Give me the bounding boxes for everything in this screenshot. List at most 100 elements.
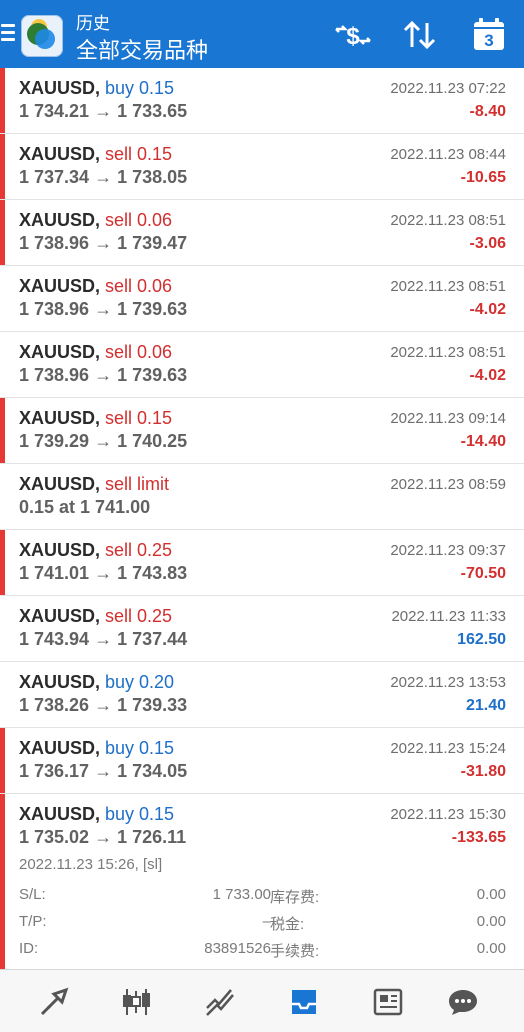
order-row[interactable]: XAUUSD, buy 0.15 1 734.21 → 1 733.65 2022.1… (0, 68, 524, 134)
order-symbol: XAUUSD, (19, 144, 101, 164)
detail-value: 1 733.00 (212, 886, 271, 903)
order-time: 2022.11.23 15:24 (390, 740, 506, 757)
menu-icon[interactable] (1, 24, 15, 44)
order-profit: -4.02 (469, 301, 506, 318)
loss-marker (0, 200, 5, 265)
order-type: sell 0.25 (105, 606, 173, 626)
order-row[interactable]: XAUUSD, sell limit 0.15 at 1 741.00 2022.11… (0, 464, 524, 530)
order-prices: 1 738.96 → 1 739.63 (19, 365, 188, 385)
loss-marker (0, 728, 5, 793)
detail-row: ID: 83891526 手续费: 0.00 (19, 940, 506, 960)
order-time: 2022.11.23 11:33 (391, 608, 506, 625)
detail-value: 0.00 (476, 940, 506, 957)
order-type: buy 0.15 (105, 738, 175, 758)
loss-marker (0, 134, 5, 199)
history-list: XAUUSD, buy 0.15 1 734.21 → 1 733.65 2022.1… (0, 68, 524, 980)
sort-icon[interactable] (400, 14, 440, 56)
order-time: 2022.11.23 08:44 (390, 146, 506, 163)
order-prices: 1 743.94 → 1 737.44 (19, 629, 188, 649)
order-prices: 1 738.96 → 1 739.63 (19, 299, 188, 319)
detail-row: T/P: – 税金: 0.00 (19, 913, 506, 933)
loss-marker (0, 794, 5, 979)
calendar-icon[interactable]: 3 (469, 14, 509, 56)
order-symbol: XAUUSD, (19, 540, 101, 560)
order-prices: 1 737.34 → 1 738.05 (19, 167, 188, 187)
order-row[interactable]: XAUUSD, sell 0.06 1 738.96 → 1 739.63 2022.… (0, 266, 524, 332)
order-type: sell 0.15 (105, 144, 173, 164)
news-icon[interactable] (372, 986, 404, 1018)
trade-icon[interactable] (38, 986, 70, 1018)
top-app-bar: 历史 全部交易品种 $ 3 (0, 0, 524, 68)
order-profit: -133.65 (451, 829, 506, 846)
order-time: 2022.11.23 15:30 (390, 806, 506, 823)
order-type: buy 0.15 (105, 804, 175, 824)
svg-text:$: $ (346, 23, 360, 50)
order-row[interactable]: XAUUSD, buy 0.15 1 735.02 → 1 726.11 2022.1… (0, 794, 524, 980)
order-symbol: XAUUSD, (19, 804, 101, 824)
order-symbol: XAUUSD, (19, 606, 101, 626)
order-time: 2022.11.23 08:59 (390, 476, 506, 493)
page-title[interactable]: 全部交易品种 (76, 33, 208, 65)
trade-graph-icon[interactable] (204, 986, 236, 1018)
order-symbol: XAUUSD, (19, 342, 101, 362)
order-symbol: XAUUSD, (19, 408, 101, 428)
order-symbol: XAUUSD, (19, 672, 101, 692)
order-profit: -31.80 (460, 763, 506, 780)
order-row[interactable]: XAUUSD, sell 0.15 1 739.29 → 1 740.25 2022.… (0, 398, 524, 464)
loss-marker (0, 530, 5, 595)
order-symbol: XAUUSD, (19, 474, 101, 494)
loss-marker (0, 398, 5, 463)
order-row[interactable]: XAUUSD, sell 0.25 1 743.94 → 1 737.44 2022.… (0, 596, 524, 662)
order-prices: 0.15 at 1 741.00 (19, 497, 151, 517)
currency-swap-icon[interactable]: $ (333, 14, 373, 56)
order-time: 2022.11.23 08:51 (390, 344, 506, 361)
order-row[interactable]: XAUUSD, buy 0.15 1 736.17 → 1 734.05 2022.1… (0, 728, 524, 794)
order-type: sell limit (105, 474, 170, 494)
detail-label: 库存费: (270, 889, 320, 906)
order-type: sell 0.15 (105, 408, 173, 428)
order-row[interactable]: XAUUSD, sell 0.06 1 738.96 → 1 739.47 2022.… (0, 200, 524, 266)
order-time: 2022.11.23 09:14 (390, 410, 506, 427)
order-type: sell 0.06 (105, 342, 173, 362)
detail-value: 83891526 (204, 940, 271, 957)
order-time: 2022.11.23 13:53 (390, 674, 506, 691)
detail-label: T/P: (19, 913, 47, 930)
detail-row: S/L: 1 733.00 库存费: 0.00 (19, 886, 506, 906)
loss-marker (0, 68, 5, 133)
order-prices: 1 736.17 → 1 734.05 (19, 761, 188, 781)
order-type: sell 0.25 (105, 540, 173, 560)
order-prices: 1 735.02 → 1 726.11 (19, 827, 187, 847)
chart-candles-icon[interactable] (120, 986, 152, 1018)
order-row[interactable]: XAUUSD, buy 0.20 1 738.26 → 1 739.33 2022.1… (0, 662, 524, 728)
order-prices: 1 734.21 → 1 733.65 (19, 101, 188, 121)
chat-icon[interactable] (447, 986, 479, 1018)
order-profit: 162.50 (457, 631, 506, 648)
order-open-info: 2022.11.23 15:26, [sl] (19, 856, 163, 873)
order-time: 2022.11.23 08:51 (390, 212, 506, 229)
order-type: sell 0.06 (105, 210, 173, 230)
order-symbol: XAUUSD, (19, 276, 101, 296)
order-time: 2022.11.23 07:22 (390, 80, 506, 97)
order-row[interactable]: XAUUSD, sell 0.15 1 737.34 → 1 738.05 2022.… (0, 134, 524, 200)
detail-label: ID: (19, 940, 39, 957)
detail-value: 0.00 (476, 886, 506, 903)
order-prices: 1 741.01 → 1 743.83 (19, 563, 188, 583)
order-time: 2022.11.23 09:37 (390, 542, 506, 559)
order-symbol: XAUUSD, (19, 78, 101, 98)
history-inbox-icon[interactable] (288, 986, 320, 1018)
order-profit: 21.40 (465, 697, 506, 714)
detail-label: 手续费: (270, 943, 320, 960)
order-symbol: XAUUSD, (19, 210, 101, 230)
detail-label: 税金: (270, 916, 305, 933)
order-row[interactable]: XAUUSD, sell 0.25 1 741.01 → 1 743.83 2022.… (0, 530, 524, 596)
order-type: buy 0.20 (105, 672, 175, 692)
bottom-navigation (0, 969, 524, 1032)
order-profit: -4.02 (469, 367, 506, 384)
order-profit: -70.50 (460, 565, 506, 582)
order-type: sell 0.06 (105, 276, 173, 296)
order-profit: -3.06 (469, 235, 506, 252)
order-row[interactable]: XAUUSD, sell 0.06 1 738.96 → 1 739.63 2022.… (0, 332, 524, 398)
order-prices: 1 739.29 → 1 740.25 (19, 431, 188, 451)
detail-value: 0.00 (476, 913, 506, 930)
order-type: buy 0.15 (105, 78, 175, 98)
